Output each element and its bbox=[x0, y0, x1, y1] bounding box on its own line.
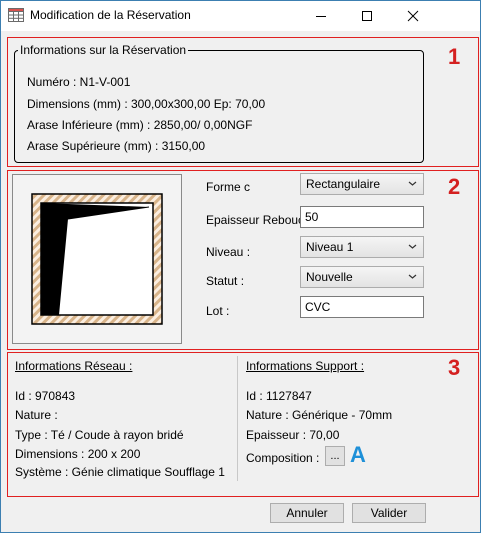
statut-value: Nouvelle bbox=[306, 270, 353, 284]
support-id: Id : 1127847 bbox=[246, 389, 312, 403]
cancel-button[interactable]: Annuler bbox=[270, 503, 344, 523]
minimize-icon bbox=[316, 16, 326, 17]
validate-button[interactable]: Valider bbox=[352, 503, 426, 523]
reservation-preview bbox=[12, 174, 182, 344]
chevron-down-icon bbox=[408, 181, 417, 186]
epaisseur-rebouchage-input[interactable]: 50 bbox=[300, 206, 424, 228]
lot-value: CVC bbox=[305, 300, 331, 314]
arase-superieure-text: Arase Supérieure (mm) : 3150,00 bbox=[27, 139, 206, 153]
info-group-title: Informations sur la Réservation bbox=[18, 43, 189, 57]
section-marker-3: 3 bbox=[448, 355, 461, 380]
support-epaisseur: Epaisseur : 70,00 bbox=[246, 428, 340, 442]
reseau-systeme: Système : Génie climatique Soufflage 1 bbox=[15, 465, 225, 479]
maximize-icon bbox=[362, 11, 372, 21]
validate-label: Valider bbox=[370, 506, 408, 520]
composition-browse-label: ... bbox=[330, 450, 340, 462]
numero-text: Numéro : N1-V-001 bbox=[27, 75, 131, 89]
composition-label: Composition : bbox=[246, 451, 320, 465]
forme-value: Rectangulaire bbox=[306, 177, 381, 191]
forme-dropdown[interactable]: Rectangulaire bbox=[300, 173, 424, 195]
reseau-id: Id : 970843 bbox=[15, 389, 76, 403]
niveau-value: Niveau 1 bbox=[306, 240, 354, 254]
lot-input[interactable]: CVC bbox=[300, 296, 424, 318]
support-title: Informations Support : bbox=[246, 359, 365, 373]
dimensions-text: Dimensions (mm) : 300,00x300,00 Ep: 70,0… bbox=[27, 97, 266, 111]
statut-dropdown[interactable]: Nouvelle bbox=[300, 266, 424, 288]
section-marker-1: 1 bbox=[448, 44, 461, 69]
chevron-down-icon bbox=[408, 244, 417, 249]
niveau-label: Niveau : bbox=[206, 245, 251, 259]
reseau-title: Informations Réseau : bbox=[15, 359, 133, 373]
close-icon bbox=[407, 10, 419, 22]
niveau-dropdown[interactable]: Niveau 1 bbox=[300, 236, 424, 258]
maximize-button[interactable] bbox=[344, 1, 390, 31]
forme-label: Forme c bbox=[206, 180, 251, 194]
minimize-button[interactable] bbox=[298, 1, 344, 31]
epaisseur-rebouchage-label: Epaisseur Rebouc bbox=[206, 213, 305, 227]
section-marker-2: 2 bbox=[448, 174, 461, 199]
column-divider bbox=[237, 356, 238, 481]
annotation-marker-a: A bbox=[350, 442, 366, 467]
cancel-label: Annuler bbox=[286, 506, 328, 520]
arase-inferieure-text: Arase Inférieure (mm) : 2850,00/ 0,00NGF bbox=[27, 118, 253, 132]
reseau-dimensions: Dimensions : 200 x 200 bbox=[15, 447, 141, 461]
composition-browse-button[interactable]: ... bbox=[325, 446, 345, 466]
support-nature: Nature : Générique - 70mm bbox=[246, 408, 393, 422]
statut-label: Statut : bbox=[206, 274, 245, 288]
chevron-down-icon bbox=[408, 274, 417, 279]
reseau-nature: Nature : bbox=[15, 408, 58, 422]
close-button[interactable] bbox=[390, 1, 436, 31]
lot-label: Lot : bbox=[206, 304, 230, 318]
reseau-type: Type : Té / Coude à rayon bridé bbox=[15, 428, 184, 442]
window-title: Modification de la Réservation bbox=[30, 8, 191, 22]
epaisseur-value: 50 bbox=[305, 210, 319, 224]
table-icon bbox=[8, 8, 24, 22]
